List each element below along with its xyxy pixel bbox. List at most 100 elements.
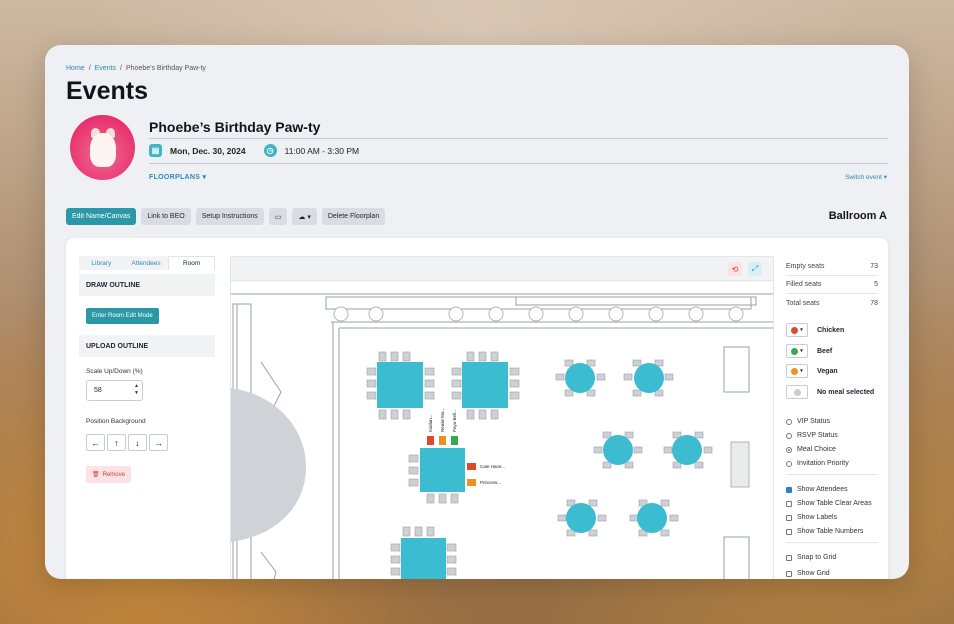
attendee-label: Princess... <box>480 480 501 485</box>
event-avatar <box>70 115 135 180</box>
chevron-down-icon: ▾ <box>800 348 803 354</box>
option-show-grid[interactable]: Show Grid <box>786 570 830 577</box>
arrow-left-icon[interactable]: ← <box>86 434 105 451</box>
stat-label: Filled seats <box>786 281 822 288</box>
option-label: Invitation Priority <box>797 460 849 467</box>
enter-room-edit-button[interactable]: Enter Room Edit Mode <box>86 308 159 324</box>
checkbox[interactable] <box>786 570 792 577</box>
meal-color-select[interactable]: ▾ <box>786 344 808 358</box>
radio[interactable] <box>786 460 792 467</box>
radio[interactable] <box>786 418 792 425</box>
position-controls: ← ↑ ↓ → <box>86 434 168 451</box>
arrow-down-icon[interactable]: ↓ <box>128 434 147 451</box>
radio[interactable] <box>786 432 792 439</box>
cloud-download-button[interactable]: ☁ ▾ <box>292 208 317 225</box>
beef-color-dot <box>791 347 799 355</box>
attendee-label: Kaitlan... <box>428 414 433 432</box>
history-icon[interactable]: ⟲ <box>728 262 742 276</box>
breadcrumb-home[interactable]: Home <box>66 65 85 72</box>
meal-color-select[interactable] <box>786 385 808 399</box>
calendar-icon: ▤ <box>149 144 162 157</box>
arrow-right-icon[interactable]: → <box>149 434 168 451</box>
tab-room[interactable]: Room <box>168 256 216 270</box>
scale-input[interactable]: 58 ▲ ▼ <box>86 380 143 401</box>
link-to-beo-button[interactable]: Link to BEO <box>141 208 191 225</box>
floor-area: Kaitlan... Remie Ma... Paya Bell... Cate… <box>231 282 773 579</box>
option-label: Show Labels <box>797 514 838 521</box>
attendee-label: Cate Hane... <box>480 464 505 469</box>
arrow-up-icon[interactable]: ↑ <box>107 434 126 451</box>
stat-label: Empty seats <box>786 263 825 270</box>
switch-event-label: Switch event <box>845 174 882 181</box>
floorplans-label: FLOORPLANS <box>149 174 201 181</box>
chevron-down-icon: ▾ <box>800 368 803 374</box>
checkbox[interactable] <box>786 486 792 493</box>
option-vip-status[interactable]: VIP Status <box>786 418 830 425</box>
tab-library[interactable]: Library <box>79 256 124 270</box>
setup-instructions-button[interactable]: Setup Instructions <box>195 208 264 225</box>
draw-outline-header: DRAW OUTLINE <box>79 274 215 296</box>
attendee-label: Paya Bell... <box>452 409 457 432</box>
checkbox[interactable] <box>786 514 792 521</box>
clock-icon: ◷ <box>263 144 277 157</box>
dog-photo <box>90 133 116 167</box>
meal-color-select[interactable]: ▾ <box>786 323 808 337</box>
breadcrumb-events[interactable]: Events <box>95 65 116 72</box>
delete-floorplan-button[interactable]: Delete Floorplan <box>321 208 386 225</box>
meal-label: No meal selected <box>817 388 875 396</box>
stepper-icon[interactable]: ▲ ▼ <box>134 383 139 397</box>
divider <box>149 138 888 139</box>
floorplan-canvas[interactable]: ⟲ ⤢ Kaitlan... Remie Ma... Paya Bell... … <box>230 256 774 579</box>
option-meal-choice[interactable]: Meal Choice <box>786 446 836 453</box>
cloud-icon: ☁ ▾ <box>298 213 311 221</box>
chevron-down-icon: ▾ <box>202 174 207 181</box>
option-show-table-numbers[interactable]: Show Table Numbers <box>786 528 863 535</box>
event-info-row: ▤ Mon, Dec. 30, 2024 ◷ 11:00 AM - 3:30 P… <box>149 144 359 157</box>
option-show-table-clear-areas[interactable]: Show Table Clear Areas <box>786 500 872 507</box>
floorplan-panel: Library Attendees Room DRAW OUTLINE Ente… <box>66 238 888 579</box>
trash-icon: 🗑 <box>92 472 100 478</box>
left-tabs: Library Attendees Room <box>79 256 216 270</box>
checkbox[interactable] <box>786 554 792 561</box>
option-show-attendees[interactable]: Show Attendees <box>786 486 848 493</box>
divider <box>786 474 878 475</box>
vegan-color-dot <box>791 367 799 375</box>
radio[interactable] <box>786 446 792 453</box>
expand-icon[interactable]: ⤢ <box>748 262 762 276</box>
position-label: Position Background <box>86 418 146 425</box>
stat-value: 5 <box>874 281 878 288</box>
checkbox[interactable] <box>786 528 792 535</box>
event-date: Mon, Dec. 30, 2024 <box>170 145 246 156</box>
tab-attendees[interactable]: Attendees <box>123 256 169 270</box>
scale-value: 58 <box>94 387 102 394</box>
print-icon-button[interactable]: ▭ <box>268 208 288 225</box>
chicken-color-dot <box>791 326 799 334</box>
floor-svg: Kaitlan... Remie Ma... Paya Bell... Cate… <box>231 293 773 579</box>
option-label: VIP Status <box>797 418 830 425</box>
toolbar: Edit Name/Canvas Link to BEO Setup Instr… <box>66 208 386 225</box>
event-name: Phoebe’s Birthday Paw-ty <box>149 119 321 135</box>
floorplans-dropdown[interactable]: FLOORPLANS ▾ <box>149 173 206 181</box>
breadcrumb-sep: / <box>88 65 91 72</box>
print-icon: ▭ <box>274 213 282 221</box>
option-invitation-priority[interactable]: Invitation Priority <box>786 460 849 467</box>
option-label: Show Table Clear Areas <box>797 500 872 507</box>
option-snap-to-grid[interactable]: Snap to Grid <box>786 554 836 561</box>
divider <box>786 542 878 543</box>
switch-event-dropdown[interactable]: Switch event ▾ <box>845 173 887 181</box>
main-card: Home / Events / Phoebe's Birthday Paw-ty… <box>45 45 909 579</box>
breadcrumb: Home / Events / Phoebe's Birthday Paw-ty <box>66 65 206 72</box>
option-label: Show Attendees <box>797 486 848 493</box>
upload-outline-header: UPLOAD OUTLINE <box>79 335 215 357</box>
edit-name-canvas-button[interactable]: Edit Name/Canvas <box>66 208 137 225</box>
page-title: Events <box>66 77 148 105</box>
meal-color-select[interactable]: ▾ <box>786 364 808 378</box>
option-rsvp-status[interactable]: RSVP Status <box>786 432 838 439</box>
option-label: RSVP Status <box>797 432 838 439</box>
meal-chicken: ▾ Chicken <box>786 323 844 337</box>
remove-button[interactable]: 🗑 Remove <box>86 466 131 483</box>
checkbox[interactable] <box>786 500 792 507</box>
meal-label: Vegan <box>817 367 838 375</box>
option-show-labels[interactable]: Show Labels <box>786 514 837 521</box>
canvas-toolbar: ⟲ ⤢ <box>231 257 773 281</box>
